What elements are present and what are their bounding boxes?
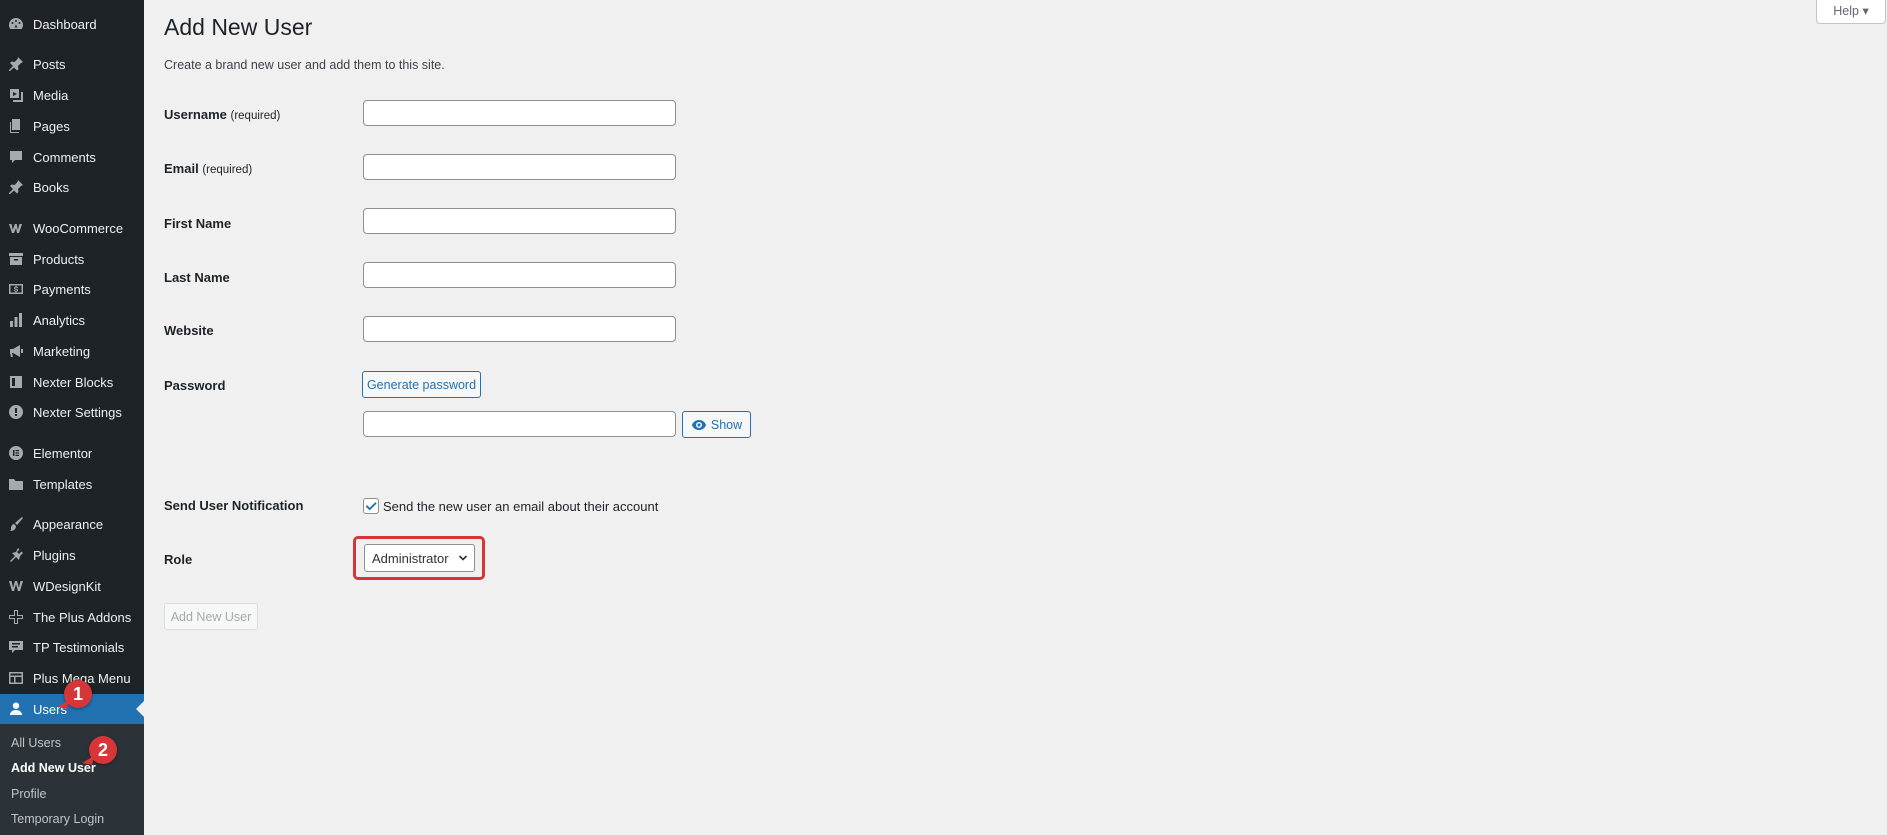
plug-icon <box>8 547 24 563</box>
block-icon <box>8 374 24 390</box>
w-icon <box>8 578 24 594</box>
menu-grid-icon <box>8 670 24 686</box>
info-icon <box>8 404 24 420</box>
plus-addons-icon <box>8 609 24 625</box>
generate-password-button[interactable]: Generate password <box>362 371 481 398</box>
checkmark-icon <box>364 499 378 513</box>
woo-icon <box>8 220 24 236</box>
sidebar-item-plugins[interactable]: Plugins <box>0 540 144 570</box>
sidebar-item-appearance[interactable]: Appearance <box>0 509 144 539</box>
sidebar-item-analytics[interactable]: Analytics <box>0 305 144 335</box>
dollar-icon <box>8 281 24 297</box>
sidebar-item-label: The Plus Addons <box>33 609 132 625</box>
pages-icon <box>8 118 24 134</box>
sidebar-item-posts[interactable]: Posts <box>0 49 144 79</box>
send-notification-label: Send User Notification <box>164 498 304 513</box>
help-button[interactable]: Help ▾ <box>1816 0 1886 24</box>
sidebar-item-elementor[interactable]: Elementor <box>0 438 144 468</box>
sidebar-item-label: Media <box>33 87 69 103</box>
sidebar-item-nexter-settings[interactable]: Nexter Settings <box>0 397 144 427</box>
first-name-label: First Name <box>164 216 232 231</box>
sidebar-item-label: Books <box>33 179 70 195</box>
role-label: Role <box>164 552 193 567</box>
sidebar-item-label: Marketing <box>33 343 91 359</box>
password-label: Password <box>164 378 226 393</box>
step-badge-2: 2 <box>89 736 117 764</box>
role-selected-value: Administrator <box>372 550 449 566</box>
submenu-item-temporary-login[interactable]: Temporary Login <box>11 812 104 826</box>
send-notification-checkbox[interactable] <box>363 498 379 514</box>
last-name-input[interactable] <box>363 262 676 288</box>
sidebar-item-label: WDesignKit <box>33 578 101 594</box>
sidebar-item-label: TP Testimonials <box>33 639 125 655</box>
admin-sidebar: Dashboard Posts Media Pages Comments Boo… <box>0 0 144 835</box>
archive-icon <box>8 251 24 267</box>
brush-icon <box>8 516 24 532</box>
sidebar-item-pages[interactable]: Pages <box>0 111 144 141</box>
sidebar-item-tp-testimonials[interactable]: TP Testimonials <box>0 632 144 662</box>
sidebar-item-woocommerce[interactable]: WooCommerce <box>0 213 144 243</box>
comment-icon <box>8 149 24 165</box>
role-select[interactable]: Administrator <box>364 544 475 572</box>
sidebar-item-templates[interactable]: Templates <box>0 469 144 499</box>
testimonial-icon <box>8 639 24 655</box>
sidebar-item-books[interactable]: Books <box>0 172 144 202</box>
sidebar-item-label: Elementor <box>33 445 93 461</box>
sidebar-item-label: Analytics <box>33 312 86 328</box>
sidebar-item-nexter-blocks[interactable]: Nexter Blocks <box>0 367 144 397</box>
page-description: Create a brand new user and add them to … <box>164 58 445 72</box>
sidebar-item-label: Dashboard <box>33 16 97 32</box>
add-new-user-button[interactable]: Add New User <box>164 603 258 630</box>
sidebar-item-wdesignkit[interactable]: WDesignKit <box>0 571 144 601</box>
sidebar-item-label: Products <box>33 251 85 267</box>
sidebar-item-media[interactable]: Media <box>0 80 144 110</box>
folder-icon <box>8 476 24 492</box>
username-label: Username (required) <box>164 107 281 122</box>
sidebar-item-payments[interactable]: Payments <box>0 274 144 304</box>
sidebar-item-label: Payments <box>33 281 91 297</box>
eye-icon <box>691 417 711 433</box>
megaphone-icon <box>8 343 24 359</box>
sidebar-item-label: Nexter Blocks <box>33 374 114 390</box>
website-input[interactable] <box>363 316 676 342</box>
email-label: Email (required) <box>164 161 253 176</box>
first-name-input[interactable] <box>363 208 676 234</box>
dashboard-icon <box>8 16 24 32</box>
submenu-item-profile[interactable]: Profile <box>11 787 46 801</box>
sidebar-item-label: Posts <box>33 56 66 72</box>
email-input[interactable] <box>363 154 676 180</box>
chevron-down-icon <box>458 555 468 561</box>
sidebar-item-label: Appearance <box>33 516 104 532</box>
sidebar-item-label: Plugins <box>33 547 76 563</box>
sidebar-item-marketing[interactable]: Marketing <box>0 336 144 366</box>
submenu-item-all-users[interactable]: All Users <box>11 736 61 750</box>
sidebar-item-label: Nexter Settings <box>33 404 122 420</box>
elementor-icon <box>8 445 24 461</box>
sidebar-item-label: WooCommerce <box>33 220 124 236</box>
sidebar-item-comments[interactable]: Comments <box>0 142 144 172</box>
sidebar-item-label: Templates <box>33 476 93 492</box>
sidebar-item-products[interactable]: Products <box>0 244 144 274</box>
password-input[interactable] <box>363 411 676 437</box>
last-name-label: Last Name <box>164 270 230 285</box>
bar-chart-icon <box>8 312 24 328</box>
website-label: Website <box>164 323 214 338</box>
sidebar-item-label: Comments <box>33 149 96 165</box>
sidebar-item-dashboard[interactable]: Dashboard <box>0 9 144 39</box>
user-icon <box>8 701 24 717</box>
username-input[interactable] <box>363 100 676 126</box>
pin-icon <box>8 179 24 195</box>
users-submenu: All Users Add New User Profile Temporary… <box>0 724 144 835</box>
sidebar-item-the-plus-addons[interactable]: The Plus Addons <box>0 602 144 632</box>
media-icon <box>8 87 24 103</box>
sidebar-item-label: Pages <box>33 118 70 134</box>
page-title: Add New User <box>164 14 313 40</box>
pin-icon <box>8 56 24 72</box>
show-label: Show <box>710 417 743 432</box>
send-notification-text: Send the new user an email about their a… <box>383 499 659 514</box>
step-badge-1: 1 <box>64 680 92 708</box>
show-password-button[interactable]: Show <box>682 411 751 438</box>
